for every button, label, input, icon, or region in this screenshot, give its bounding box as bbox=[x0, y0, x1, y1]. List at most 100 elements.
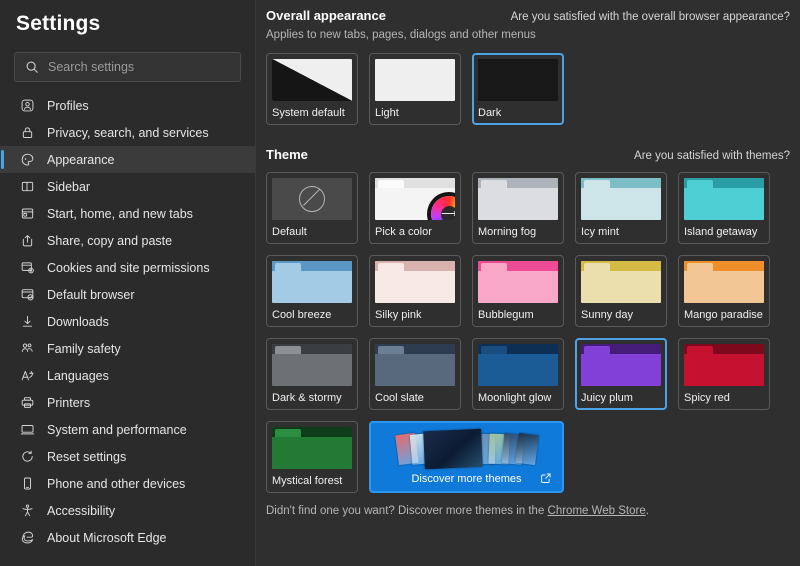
profile-icon bbox=[18, 97, 36, 115]
sidebar-item-share-copy-and-paste[interactable]: Share, copy and paste bbox=[0, 227, 255, 254]
family-icon bbox=[18, 340, 36, 358]
theme-tile-island-getaway[interactable]: Island getaway bbox=[678, 172, 770, 244]
theme-preview-tab bbox=[584, 263, 610, 271]
settings-content: Overall appearance Are you satisfied wit… bbox=[256, 0, 800, 566]
theme-tile-cool-slate[interactable]: Cool slate bbox=[369, 338, 461, 410]
sidebar-item-downloads[interactable]: Downloads bbox=[0, 308, 255, 335]
sidebar-icon bbox=[18, 178, 36, 196]
theme-tile-label: Mango paradise bbox=[684, 309, 763, 321]
sidebar-item-about-microsoft-edge[interactable]: About Microsoft Edge bbox=[0, 524, 255, 551]
theme-tile-label: Silky pink bbox=[375, 309, 422, 321]
sidebar-item-profiles[interactable]: Profiles bbox=[0, 92, 255, 119]
sidebar-item-phone-and-other-devices[interactable]: Phone and other devices bbox=[0, 470, 255, 497]
theme-preview-tab bbox=[275, 429, 301, 437]
no-theme-icon bbox=[299, 186, 325, 212]
footnote-suffix: . bbox=[645, 505, 649, 517]
theme-thumbnail bbox=[514, 432, 539, 465]
sidebar-item-label: Accessibility bbox=[47, 503, 116, 518]
sidebar-item-languages[interactable]: Languages bbox=[0, 362, 255, 389]
theme-tile-label: Cool slate bbox=[375, 392, 424, 404]
theme-tile-bubblegum[interactable]: Bubblegum bbox=[472, 255, 564, 327]
theme-preview bbox=[684, 261, 764, 303]
sidebar-item-label: Sidebar bbox=[47, 179, 91, 194]
sidebar-item-sidebar[interactable]: Sidebar bbox=[0, 173, 255, 200]
search-settings-box[interactable] bbox=[14, 52, 241, 82]
settings-page: Settings Profiles Privacy, search, and se… bbox=[0, 0, 800, 566]
phone-icon bbox=[18, 475, 36, 493]
sidebar-item-start-home-and-new-tabs[interactable]: Start, home, and new tabs bbox=[0, 200, 255, 227]
theme-preview bbox=[478, 178, 558, 220]
share-icon bbox=[18, 232, 36, 250]
theme-preview-tab bbox=[687, 346, 713, 354]
theme-feedback-link[interactable]: Are you satisfied with themes? bbox=[634, 150, 790, 162]
appearance-preview-system bbox=[272, 59, 352, 101]
theme-tile-dark-stormy[interactable]: Dark & stormy bbox=[266, 338, 358, 410]
theme-preview-tab bbox=[481, 346, 507, 354]
theme-tile-sunny-day[interactable]: Sunny day bbox=[575, 255, 667, 327]
theme-tile-label: Spicy red bbox=[684, 392, 730, 404]
theme-tile-morning-fog[interactable]: Morning fog bbox=[472, 172, 564, 244]
sidebar-item-label: Phone and other devices bbox=[47, 476, 186, 491]
sidebar-item-cookies-and-site-permissions[interactable]: Cookies and site permissions bbox=[0, 254, 255, 281]
appearance-option-label: Light bbox=[375, 107, 399, 119]
theme-preview bbox=[272, 178, 352, 220]
theme-tile-label: Morning fog bbox=[478, 226, 537, 238]
download-icon bbox=[18, 313, 36, 331]
sidebar-item-label: Downloads bbox=[47, 314, 109, 329]
window-icon bbox=[18, 205, 36, 223]
appearance-options: System default Light Dark bbox=[266, 53, 800, 125]
overall-appearance-header: Overall appearance Are you satisfied wit… bbox=[266, 8, 800, 23]
appearance-option-system[interactable]: System default bbox=[266, 53, 358, 125]
theme-tile-cool-breeze[interactable]: Cool breeze bbox=[266, 255, 358, 327]
sidebar-item-label: Cookies and site permissions bbox=[47, 260, 210, 275]
printer-icon bbox=[18, 394, 36, 412]
sidebar-item-family-safety[interactable]: Family safety bbox=[0, 335, 255, 362]
sidebar-item-label: System and performance bbox=[47, 422, 187, 437]
sidebar-item-privacy-search-and-services[interactable]: Privacy, search, and services bbox=[0, 119, 255, 146]
theme-preview-tab bbox=[687, 263, 713, 271]
sidebar-item-reset-settings[interactable]: Reset settings bbox=[0, 443, 255, 470]
theme-preview-tab bbox=[378, 346, 404, 354]
search-input[interactable] bbox=[48, 60, 218, 74]
appearance-feedback-link[interactable]: Are you satisfied with the overall brows… bbox=[511, 11, 790, 23]
theme-tile-label: Moonlight glow bbox=[478, 392, 552, 404]
theme-tile-label: Juicy plum bbox=[581, 392, 633, 404]
palette-icon bbox=[18, 151, 36, 169]
theme-preview-tab bbox=[584, 346, 610, 354]
theme-tile-silky-pink[interactable]: Silky pink bbox=[369, 255, 461, 327]
appearance-preview-light bbox=[375, 59, 455, 101]
theme-tile-spicy-red[interactable]: Spicy red bbox=[678, 338, 770, 410]
theme-tile-icy-mint[interactable]: Icy mint bbox=[575, 172, 667, 244]
accessibility-icon bbox=[18, 502, 36, 520]
theme-preview-tab bbox=[687, 180, 713, 188]
reset-icon bbox=[18, 448, 36, 466]
overall-appearance-subtitle: Applies to new tabs, pages, dialogs and … bbox=[266, 29, 536, 41]
theme-tile-juicy-plum[interactable]: Juicy plum bbox=[575, 338, 667, 410]
theme-preview bbox=[581, 261, 661, 303]
appearance-option-light[interactable]: Light bbox=[369, 53, 461, 125]
theme-preview-tab bbox=[378, 180, 404, 188]
theme-preview bbox=[478, 344, 558, 386]
sidebar-item-system-and-performance[interactable]: System and performance bbox=[0, 416, 255, 443]
sidebar-nav: Profiles Privacy, search, and services App… bbox=[0, 92, 255, 551]
sidebar-item-printers[interactable]: Printers bbox=[0, 389, 255, 416]
theme-preview-tab bbox=[481, 263, 507, 271]
edge-icon bbox=[18, 529, 36, 547]
theme-tile-moonlight-glow[interactable]: Moonlight glow bbox=[472, 338, 564, 410]
appearance-option-label: System default bbox=[272, 107, 345, 119]
external-link-icon bbox=[540, 472, 552, 484]
appearance-option-dark[interactable]: Dark bbox=[472, 53, 564, 125]
sidebar-item-accessibility[interactable]: Accessibility bbox=[0, 497, 255, 524]
theme-tile-pick-a-color[interactable]: ⟶ Pick a color bbox=[369, 172, 461, 244]
sidebar-item-default-browser[interactable]: Default browser bbox=[0, 281, 255, 308]
theme-tile-default[interactable]: Default bbox=[266, 172, 358, 244]
theme-tile-mango-paradise[interactable]: Mango paradise bbox=[678, 255, 770, 327]
discover-more-themes-tile[interactable]: Discover more themes bbox=[369, 421, 564, 493]
sidebar-item-appearance[interactable]: Appearance bbox=[0, 146, 255, 173]
eyedropper-arrow-icon: ⟶ bbox=[441, 207, 455, 220]
theme-preview bbox=[684, 344, 764, 386]
theme-tile-mystical-forest[interactable]: Mystical forest bbox=[266, 421, 358, 493]
chrome-web-store-link[interactable]: Chrome Web Store bbox=[548, 505, 646, 517]
theme-preview-tab bbox=[275, 346, 301, 354]
theme-thumbnail bbox=[422, 428, 483, 469]
